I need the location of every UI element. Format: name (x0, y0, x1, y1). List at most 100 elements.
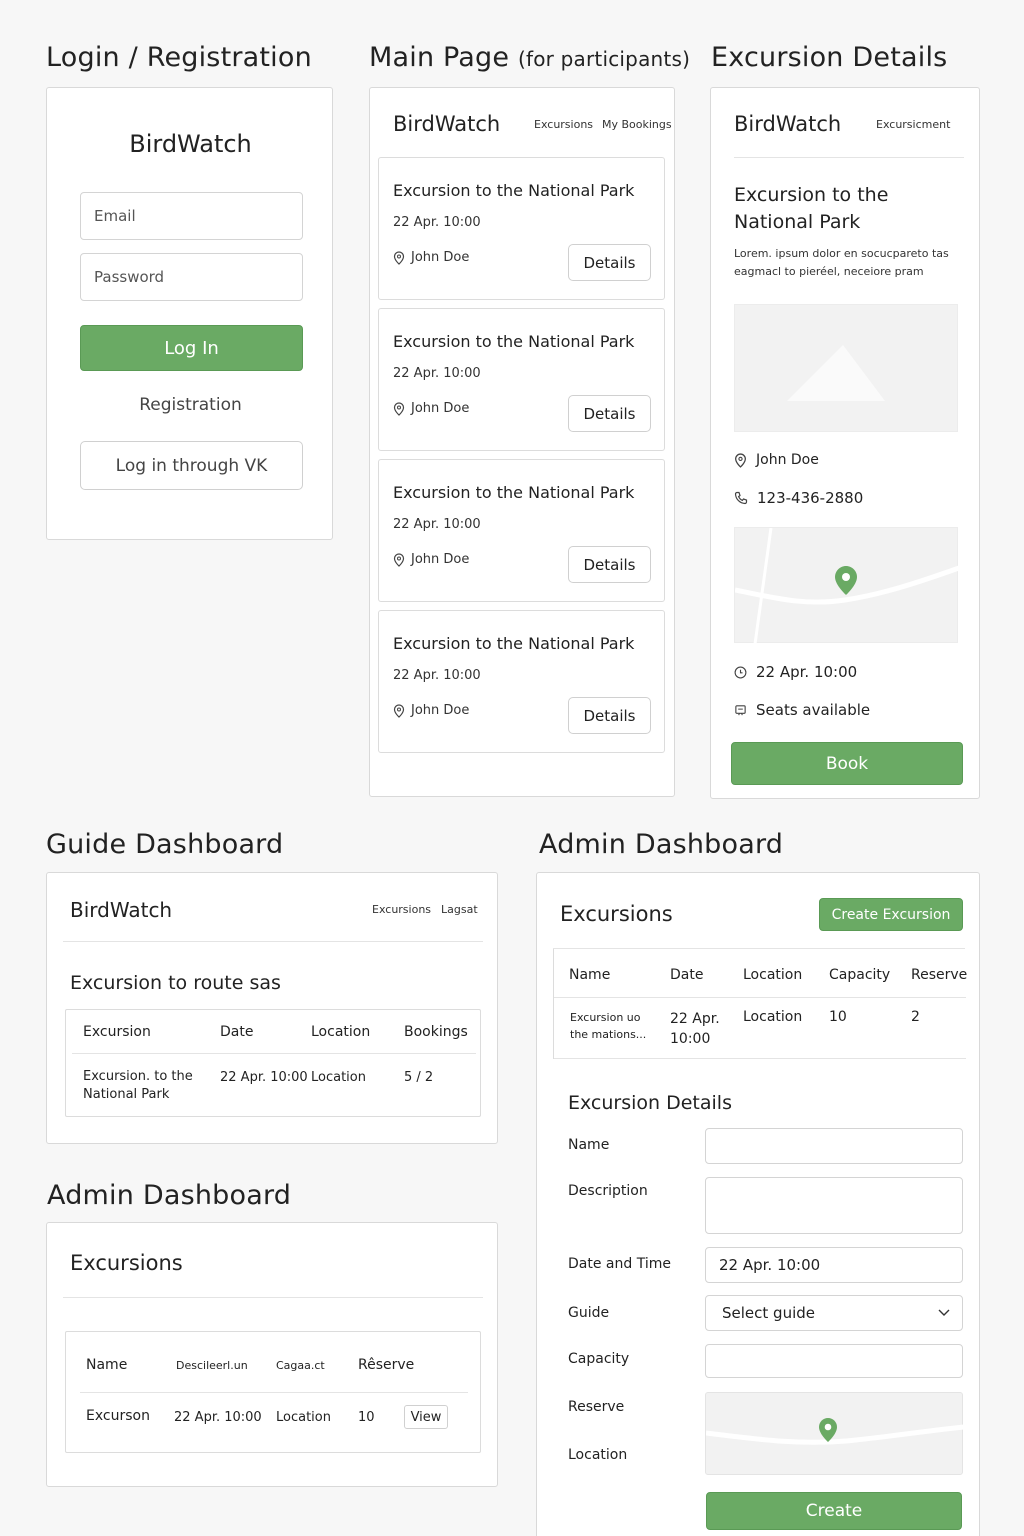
row-name-line1: Excursion uo (570, 1011, 641, 1024)
excursion-card: Excursion to the National Park 22 Apr. 1… (378, 610, 665, 753)
datetime-input[interactable]: 22 Apr. 10:00 (705, 1247, 963, 1283)
form-title: Excursion Details (568, 1092, 732, 1114)
label-guide: Guide (568, 1305, 610, 1321)
card-guide: John Doe (393, 401, 469, 416)
col-reserve: Rêserve (358, 1357, 415, 1373)
row-name-line2: the mations... (570, 1028, 647, 1041)
row-date: 22 Apr. 10:00 (670, 1009, 720, 1049)
guide-row: John Doe (734, 452, 819, 468)
location-pin-icon (393, 401, 405, 416)
phone-row: 123-436-2880 (734, 489, 863, 507)
col-date: Date (220, 1024, 254, 1040)
row-date: 22 Apr. 10:00 (174, 1410, 262, 1425)
location-pin-icon (393, 703, 405, 718)
login-brand: BirdWatch (129, 130, 252, 158)
row-reserve: 2 (911, 1009, 920, 1025)
location-pin-icon (393, 250, 405, 265)
table-bottom-divider (554, 1058, 966, 1059)
description-line1: Lorem. ipsum dolor en socucpareto tas (734, 247, 949, 260)
nav-excursions[interactable]: Excursions (534, 118, 593, 131)
table-divider (72, 1053, 476, 1054)
details-button[interactable]: Details (568, 395, 651, 432)
row-name: Excurson (86, 1408, 150, 1424)
details-button[interactable]: Details (568, 697, 651, 734)
main-brand: BirdWatch (393, 112, 501, 136)
section-title-guide: Guide Dashboard (46, 829, 284, 860)
admin-dashboard-left-panel: Excursions Name Descileerl.un Cagaa.ct R… (46, 1222, 498, 1487)
row-bookings: 5 / 2 (404, 1070, 434, 1085)
section-title-login: Login / Registration (46, 42, 312, 73)
details-button[interactable]: Details (568, 244, 651, 281)
nav-logout[interactable]: Lagsat (441, 903, 478, 916)
location-map[interactable] (705, 1392, 965, 1475)
col-capacity: Cagaa.ct (276, 1359, 325, 1372)
details-button[interactable]: Details (568, 546, 651, 583)
name-input[interactable] (705, 1128, 963, 1164)
card-guide-name: John Doe (411, 703, 470, 718)
description-input[interactable] (705, 1177, 963, 1234)
nav-my-bookings[interactable]: My Bookings (602, 118, 672, 131)
card-date: 22 Apr. 10:00 (393, 366, 481, 381)
capacity-input[interactable] (705, 1344, 963, 1378)
nav-excursions[interactable]: Excursicment (876, 118, 950, 131)
guide-bookings-table: Excursion Date Location Bookings Excursi… (65, 1009, 481, 1117)
nav-excursions[interactable]: Excursions (372, 903, 431, 916)
card-guide-name: John Doe (411, 250, 470, 265)
row-excursion-line2: National Park (83, 1087, 170, 1102)
row-excursion-line1: Excursion. to the (83, 1069, 193, 1084)
clock-icon (734, 666, 747, 678)
section-title-admin-left: Admin Dashboard (47, 1180, 292, 1211)
guide-dashboard-panel: BirdWatch Excursions Lagsat Excursion to… (46, 872, 498, 1144)
row-name: Excursion uo the mations... (570, 1009, 646, 1043)
password-input[interactable]: Password (80, 253, 303, 301)
table-divider (80, 1392, 468, 1393)
seats-available: Seats available (756, 701, 871, 719)
location-map[interactable] (734, 527, 960, 645)
chevron-down-icon (938, 1309, 950, 1316)
guide-select[interactable]: Select guide (705, 1295, 963, 1331)
create-excursion-button[interactable]: Create Excursion (819, 898, 963, 931)
col-location: Location (311, 1024, 371, 1040)
card-title: Excursion to the National Park (393, 634, 635, 653)
card-date: 22 Apr. 10:00 (393, 215, 481, 230)
excursion-title-line1: Excursion to the (734, 184, 889, 206)
book-button[interactable]: Book (731, 742, 963, 785)
login-button[interactable]: Log In (80, 325, 303, 371)
admin-left-table: Name Descileerl.un Cagaa.ct Rêserve Excu… (65, 1331, 481, 1453)
card-title: Excursion to the National Park (393, 181, 635, 200)
map-icon (734, 527, 960, 645)
section-title-main-text: Main Page (369, 42, 510, 73)
login-panel: BirdWatch Email Password Log In Registra… (46, 87, 333, 540)
excursion-card: Excursion to the National Park 22 Apr. 1… (378, 308, 665, 451)
row-date: 22 Apr. 10:00 (220, 1070, 308, 1085)
image-placeholder-icon (787, 345, 885, 401)
guide-name: John Doe (756, 452, 819, 468)
admin-dashboard-right-panel: Excursions Create Excursion Name Date Lo… (536, 872, 980, 1536)
card-guide: John Doe (393, 250, 469, 265)
card-title: Excursion to the National Park (393, 483, 635, 502)
seat-icon (735, 704, 746, 715)
section-title-main-sub: (for participants) (518, 47, 691, 71)
registration-link[interactable]: Registration (47, 395, 334, 415)
view-button[interactable]: View (404, 1405, 448, 1429)
col-reserve: Reserve (911, 967, 968, 983)
guide-heading: Excursion to route sas (70, 972, 281, 994)
excursion-description: Lorem. ipsum dolor en socucpareto tas ea… (734, 245, 949, 281)
email-input[interactable]: Email (80, 192, 303, 240)
label-name: Name (568, 1137, 610, 1153)
row-capacity: 10 (829, 1009, 847, 1025)
row-date-line2: 10:00 (670, 1031, 711, 1047)
vk-login-button[interactable]: Log in through VK (80, 441, 303, 490)
col-description: Descileerl.un (176, 1359, 248, 1372)
label-capacity: Capacity (568, 1351, 630, 1367)
seats-row: Seats available (734, 701, 870, 719)
label-location: Location (568, 1447, 628, 1463)
label-reserve: Reserve (568, 1399, 625, 1415)
col-bookings: Bookings (404, 1024, 468, 1040)
excursion-photo-placeholder (734, 304, 958, 432)
phone-icon (734, 491, 748, 505)
col-location: Location (743, 967, 803, 983)
card-date: 22 Apr. 10:00 (393, 517, 481, 532)
create-submit-button[interactable]: Create (706, 1492, 962, 1530)
card-guide-name: John Doe (411, 552, 470, 567)
